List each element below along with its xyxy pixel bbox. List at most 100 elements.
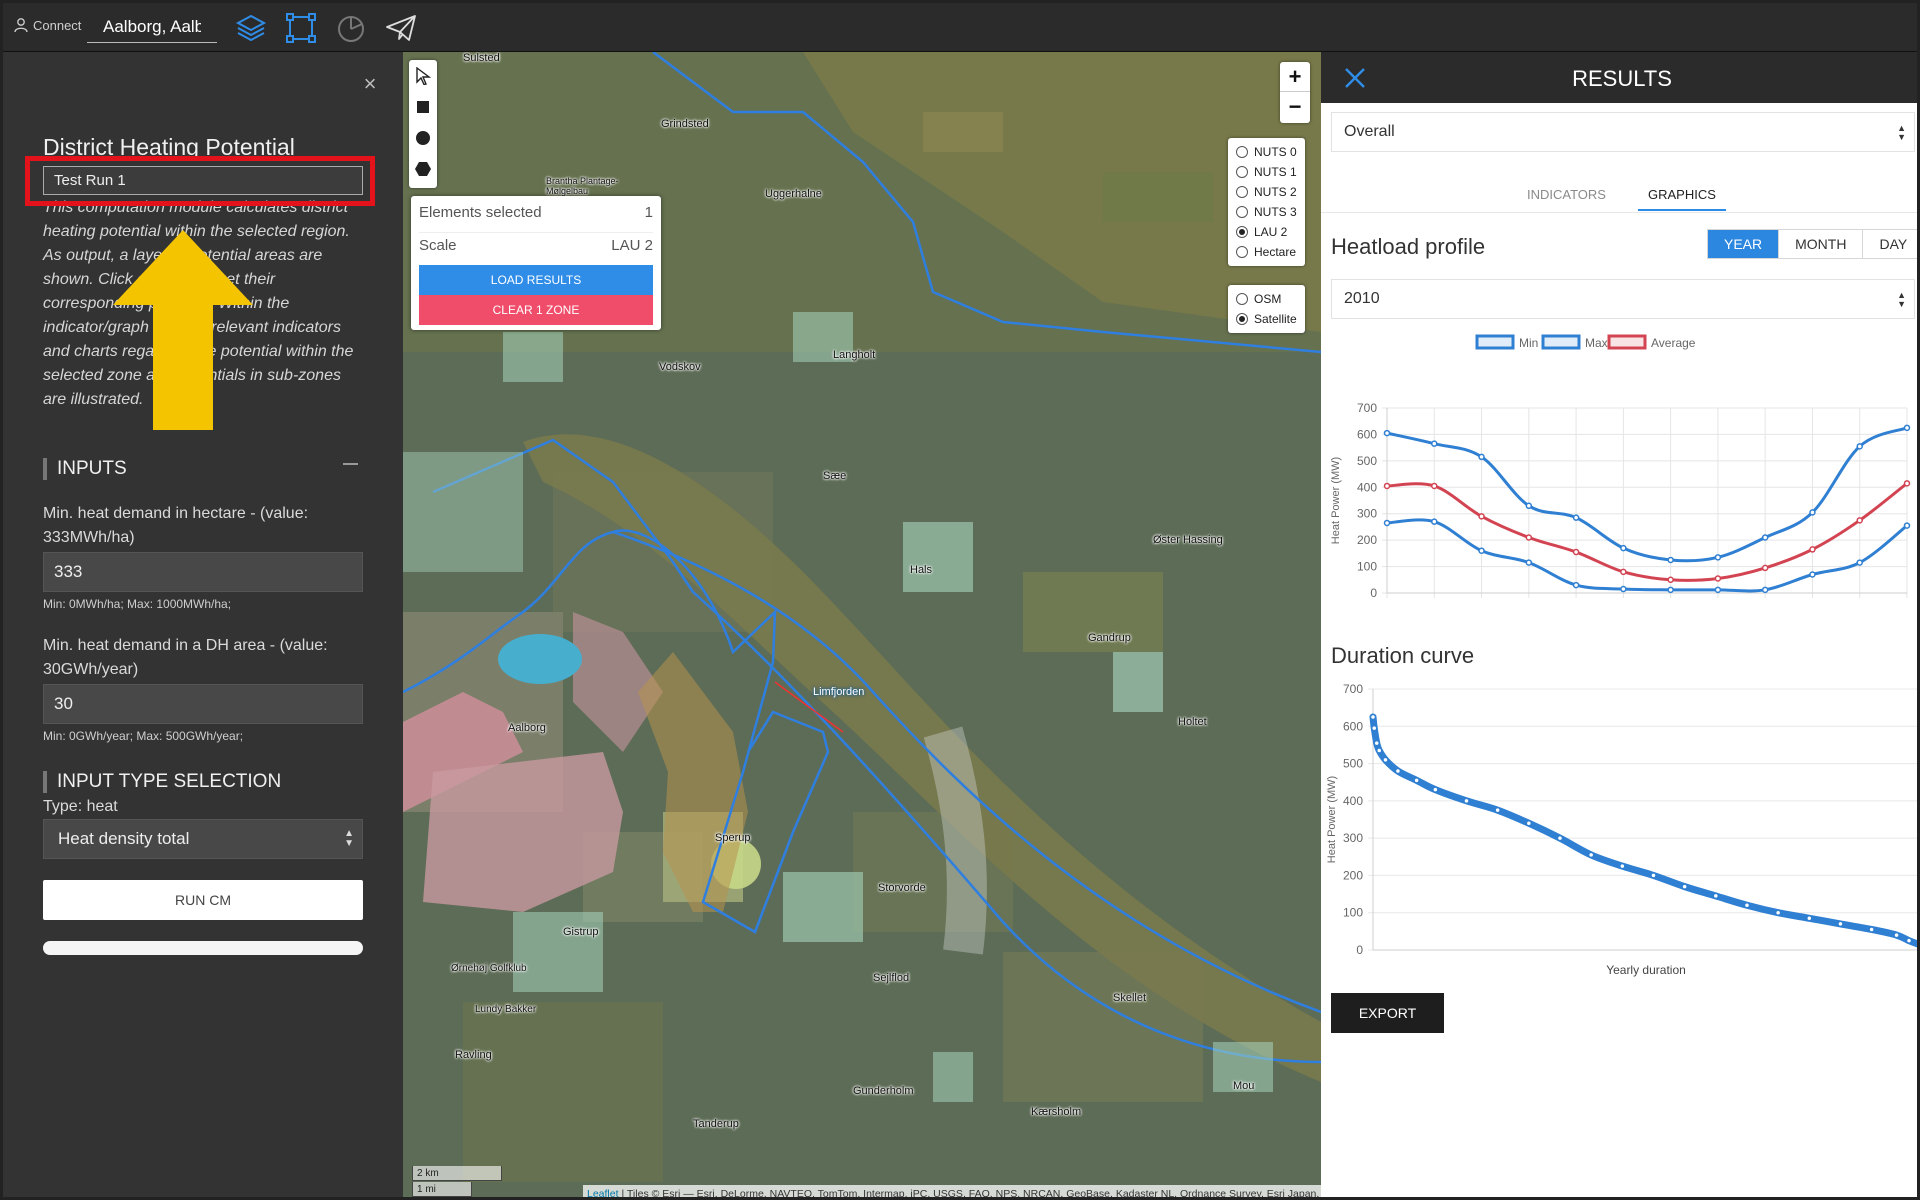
- type-label: Type: heat: [43, 798, 118, 815]
- radio-icon: [1236, 313, 1248, 325]
- min-heat-demand-hectare-input[interactable]: [43, 552, 363, 592]
- scale-option[interactable]: NUTS 3: [1236, 202, 1297, 222]
- legend-label: Max: [1585, 336, 1608, 350]
- rectangle-tool[interactable]: [409, 91, 437, 122]
- data-point: [1620, 544, 1627, 552]
- place-label: Uggerhalne: [765, 188, 822, 200]
- pointer-tool[interactable]: [409, 60, 437, 91]
- data-point: [1431, 440, 1438, 447]
- x-tick-label: May: [1560, 601, 1583, 602]
- draw-toolbar: [409, 60, 437, 188]
- data-point: [1743, 902, 1751, 909]
- data-point: [1383, 519, 1391, 527]
- run-cm-button[interactable]: RUN CM: [43, 880, 363, 920]
- data-point: [1620, 585, 1627, 593]
- input-type-select[interactable]: Heat density total ▲ ▼: [43, 819, 363, 859]
- scope-select[interactable]: Overall ▲ ▼: [1331, 112, 1915, 152]
- layers-icon: [235, 14, 267, 42]
- place-label: Gistrup: [563, 926, 599, 938]
- radio-icon: [1236, 206, 1248, 218]
- y-tick-label: 0: [1356, 943, 1363, 957]
- data-point: [1375, 747, 1383, 754]
- tab-indicators[interactable]: INDICATORS: [1527, 187, 1606, 209]
- data-point: [1903, 522, 1911, 529]
- place-label: Grindsted: [661, 118, 709, 130]
- place-search-input[interactable]: [87, 11, 217, 43]
- data-point: [1681, 883, 1688, 890]
- input-type-heading: INPUT TYPE SELECTION: [43, 771, 281, 793]
- year-select[interactable]: 2010 ▲ ▼: [1331, 279, 1915, 319]
- collapse-icon[interactable]: [343, 463, 358, 465]
- place-label: Aalborg: [508, 722, 546, 734]
- export-button[interactable]: EXPORT: [1331, 993, 1444, 1033]
- y-tick-label: 400: [1357, 480, 1377, 494]
- place-label: Gandrup: [1088, 632, 1131, 644]
- map[interactable]: Sulsted Grindsted Brantha Plantage-Mølge…: [403, 52, 1321, 1197]
- results-button[interactable]: [334, 11, 368, 45]
- legend-swatch: [1541, 334, 1581, 350]
- selection-button[interactable]: [284, 11, 318, 45]
- y-tick-label: 600: [1343, 719, 1363, 733]
- selection-panel: Elements selected 1 Scale LAU 2 LOAD RES…: [411, 196, 661, 330]
- period-day-button[interactable]: DAY: [1862, 230, 1917, 258]
- place-label: Mou: [1233, 1080, 1255, 1092]
- data-point: [1809, 546, 1816, 553]
- data-point: [1619, 862, 1626, 870]
- data-point: [1905, 937, 1913, 944]
- data-point: [1572, 514, 1580, 521]
- feedback-button[interactable]: [384, 11, 418, 45]
- radio-icon: [1236, 293, 1248, 305]
- place-label: Brantha Plantage-Mølgelbau: [546, 176, 619, 196]
- leaflet-link[interactable]: Leaflet: [587, 1188, 619, 1197]
- zoom-in-button[interactable]: +: [1280, 62, 1310, 92]
- data-point: [1903, 480, 1911, 487]
- highlight-box: [25, 156, 375, 206]
- data-point: [1587, 851, 1595, 859]
- scale-option[interactable]: NUTS 2: [1236, 182, 1297, 202]
- data-point: [1856, 559, 1863, 566]
- place-label: Skellet: [1113, 992, 1147, 1004]
- data-point: [1431, 482, 1438, 490]
- x-tick-label: June: [1605, 601, 1630, 602]
- scale-option[interactable]: NUTS 1: [1236, 162, 1297, 182]
- data-point: [1432, 786, 1439, 793]
- data-point: [1556, 834, 1564, 842]
- x-tick-label: April: [1512, 601, 1535, 602]
- data-point: [1761, 586, 1769, 594]
- legend-swatch: [1475, 334, 1515, 350]
- connect-link[interactable]: Connect: [13, 17, 81, 33]
- period-month-button[interactable]: MONTH: [1778, 230, 1862, 258]
- polygon-tool[interactable]: [409, 153, 437, 184]
- scale-option[interactable]: LAU 2: [1236, 222, 1297, 242]
- period-year-button[interactable]: YEAR: [1708, 230, 1779, 258]
- data-point: [1369, 713, 1377, 721]
- y-tick-label: 200: [1357, 533, 1377, 547]
- data-point: [1525, 819, 1533, 827]
- place-label: Tanderup: [693, 1118, 739, 1130]
- basemap-option[interactable]: Satellite: [1236, 309, 1297, 329]
- data-point: [1383, 482, 1391, 490]
- results-panel: RESULTS Overall ▲ ▼ INDICATORS GRAPHICS H…: [1321, 52, 1917, 1197]
- tab-graphics[interactable]: GRAPHICS: [1638, 187, 1726, 211]
- close-icon[interactable]: ×: [358, 72, 382, 96]
- scale-option[interactable]: NUTS 0: [1236, 142, 1297, 162]
- data-point: [1478, 547, 1485, 554]
- y-tick-label: 600: [1357, 427, 1377, 441]
- place-label: Sperup: [715, 832, 751, 844]
- zoom-out-button[interactable]: −: [1280, 92, 1310, 122]
- basemap-option[interactable]: OSM: [1236, 289, 1297, 309]
- inputs-heading: INPUTS: [43, 458, 127, 480]
- place-label: Kærsholm: [1031, 1106, 1082, 1118]
- input2-hint: Min: 0GWh/year; Max: 500GWh/year;: [43, 729, 244, 743]
- data-point: [1806, 915, 1813, 922]
- load-results-button[interactable]: LOAD RESULTS: [419, 265, 653, 295]
- y-tick-label: 400: [1343, 794, 1363, 808]
- scale-option[interactable]: Hectare: [1236, 242, 1297, 262]
- clear-zone-button[interactable]: CLEAR 1 ZONE: [419, 295, 653, 325]
- basemap-selector: OSM Satellite: [1228, 285, 1305, 333]
- scale-label: Scale: [419, 237, 457, 254]
- radio-icon: [1236, 146, 1248, 158]
- layers-button[interactable]: [234, 11, 268, 45]
- circle-tool[interactable]: [409, 122, 437, 153]
- min-heat-demand-dh-area-input[interactable]: [43, 684, 363, 724]
